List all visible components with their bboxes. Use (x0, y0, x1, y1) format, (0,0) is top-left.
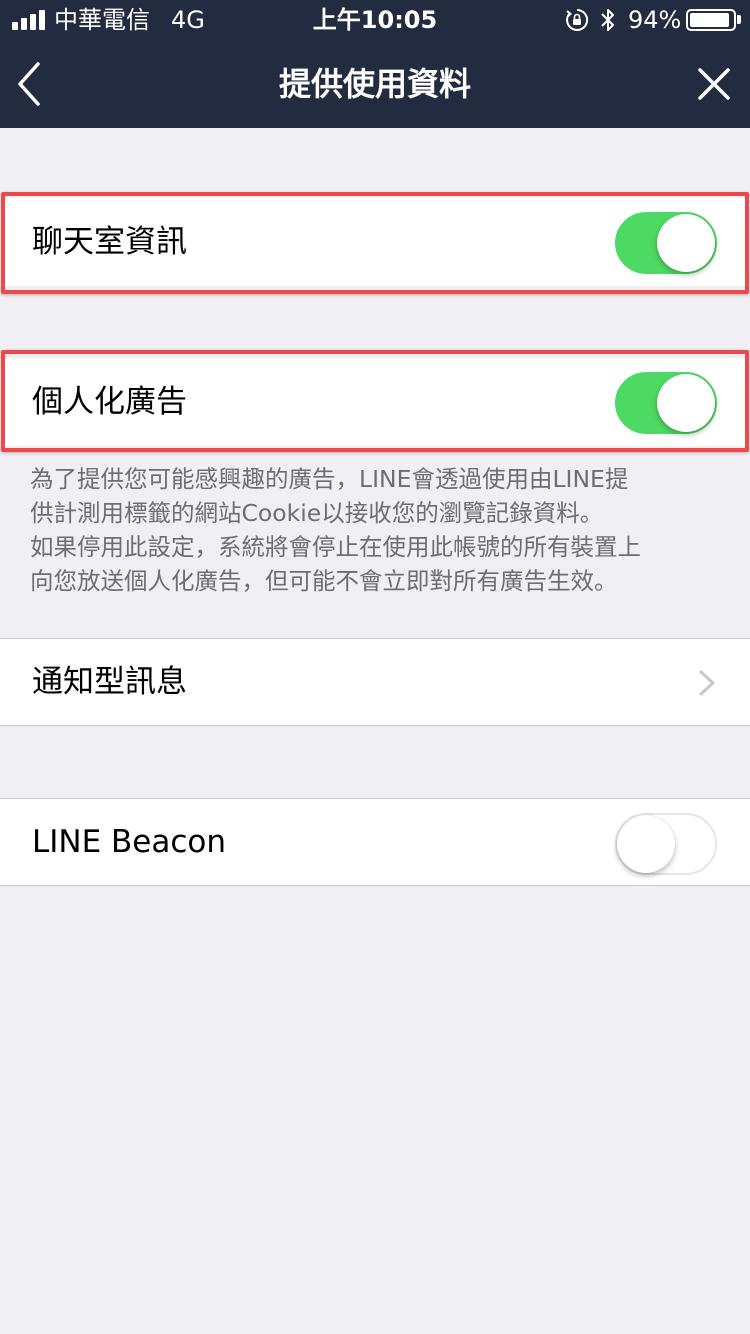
battery-percent: 94% (628, 6, 682, 34)
setting-label-personalized-ads: 個人化廣告 (32, 384, 187, 420)
personalized-ads-description: 為了提供您可能感興趣的廣告，LINE會透過使用由LINE提 供計測用標籤的網站C… (30, 462, 730, 598)
battery-tip (737, 15, 741, 24)
chat-info-toggle[interactable] (615, 212, 717, 274)
description-line: 供計測用標籤的網站Cookie以接收您的瀏覽記錄資料。 (30, 499, 604, 527)
chevron-right-icon (699, 670, 715, 696)
header: 中華電信 4G 上午10:05 94% 提供使用資料 (0, 0, 750, 128)
line-beacon-toggle[interactable] (615, 813, 717, 875)
battery-icon (686, 9, 736, 31)
bluetooth-icon (601, 9, 614, 31)
toggle-knob (657, 214, 715, 272)
setting-row-personalized-ads: 個人化廣告 (0, 358, 750, 446)
description-line: 如果停用此設定，系統將會停止在使用此帳號的所有裝置上 (30, 533, 641, 561)
setting-row-chat-info: 聊天室資訊 (0, 198, 750, 286)
battery-level (690, 13, 730, 27)
personalized-ads-toggle[interactable] (615, 372, 717, 434)
setting-label-notification-messages: 通知型訊息 (32, 664, 187, 700)
status-bar: 中華電信 4G 上午10:05 94% (0, 0, 750, 40)
close-button[interactable] (688, 58, 740, 110)
chevron-left-icon (18, 62, 40, 106)
close-icon (698, 68, 730, 100)
back-button[interactable] (8, 58, 52, 110)
description-line: 向您放送個人化廣告，但可能不會立即對所有廣告生效。 (30, 567, 618, 595)
setting-row-notification-messages[interactable]: 通知型訊息 (0, 638, 750, 726)
toggle-knob (617, 815, 675, 873)
setting-row-line-beacon: LINE Beacon (0, 798, 750, 886)
setting-label-line-beacon: LINE Beacon (32, 824, 227, 860)
page-title: 提供使用資料 (278, 65, 471, 103)
description-line: 為了提供您可能感興趣的廣告，LINE會透過使用由LINE提 (30, 465, 629, 493)
rotation-lock-icon (566, 8, 589, 31)
setting-label-chat-info: 聊天室資訊 (32, 224, 187, 260)
nav-bar: 提供使用資料 (0, 40, 750, 128)
toggle-knob (657, 374, 715, 432)
